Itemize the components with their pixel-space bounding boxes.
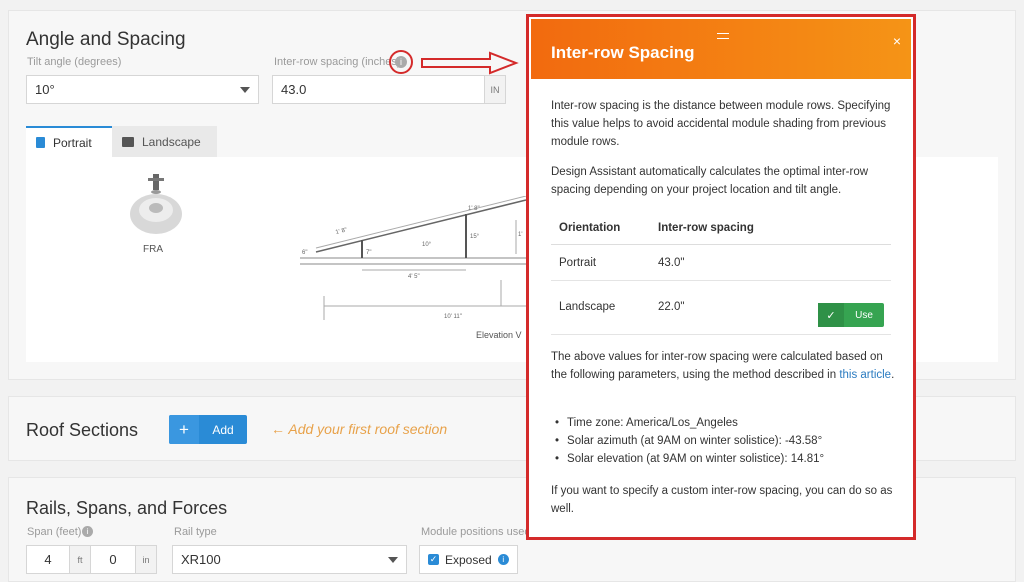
span-inches-input[interactable]: 0 (90, 545, 136, 574)
tab-portrait[interactable]: Portrait (26, 126, 112, 157)
modal-title: Inter-row Spacing (551, 43, 695, 62)
span-inches-value: 0 (109, 552, 117, 567)
chevron-down-icon (240, 87, 250, 93)
paragraph-3-text: The above values for inter-row spacing w… (551, 351, 883, 381)
modal-paragraph-2: Design Assistant automatically calculate… (551, 166, 869, 196)
feet-unit: ft (69, 545, 91, 574)
row-orientation: Landscape (559, 301, 616, 313)
dim-label: 15° (470, 234, 480, 240)
col-orientation-header: Orientation (559, 222, 621, 234)
dim-label: 4' 5" (408, 274, 420, 280)
add-section-hint-text: Add your first roof section (288, 421, 448, 437)
mount-icon (130, 174, 182, 234)
inches-unit: IN (484, 75, 506, 104)
inter-row-spacing-value: 43.0 (281, 82, 307, 97)
checkbox-checked-icon[interactable]: ✓ (428, 554, 439, 565)
this-article-link[interactable]: this article (839, 369, 891, 381)
roof-sections-title: Roof Sections (26, 420, 139, 440)
dim-label: 1' 8" (335, 227, 348, 236)
span-feet-input[interactable]: 4 (26, 545, 70, 574)
elevation-label: Elevation V (476, 330, 522, 340)
mount-label: FRA (143, 244, 163, 255)
paragraph-3-end: . (891, 369, 895, 381)
tab-landscape-label: Landscape (142, 134, 201, 149)
elevation-drawing: 1' 8" 1' 8" 10° 15° 1' 6" 7" 4' 5" 10' 1… (300, 196, 527, 340)
modal-paragraph-1: Inter-row spacing is the distance betwee… (551, 100, 891, 148)
exposed-checkbox-field[interactable]: ✓ Exposed i (419, 545, 518, 574)
add-roof-section-button[interactable]: + Add (169, 415, 247, 444)
use-spacing-button[interactable]: ✓ Use (818, 303, 884, 327)
modal-header: Inter-row Spacing × (531, 19, 911, 79)
portrait-icon (36, 137, 45, 148)
tilt-angle-select[interactable]: 10° (26, 75, 259, 104)
inches-unit: in (135, 545, 157, 574)
span-label: Span (feet) (27, 526, 82, 538)
table-header: Orientation Inter-row spacing (551, 212, 891, 245)
rail-type-label: Rail type (174, 526, 217, 538)
drag-handle-icon[interactable] (717, 33, 729, 39)
dim-label: 1' 8" (468, 206, 480, 212)
modal-paragraph-3: The above values for inter-row spacing w… (551, 348, 896, 384)
plus-icon: + (169, 415, 199, 444)
chevron-down-icon (388, 557, 398, 563)
dim-label: 10' 11" (444, 314, 462, 320)
arrow-left-icon: ← (271, 421, 285, 437)
tab-landscape[interactable]: Landscape (112, 126, 217, 157)
row-spacing: 22.0" (658, 301, 685, 313)
dim-label: 1' (518, 232, 522, 238)
row-orientation: Portrait (559, 257, 597, 269)
rails-title: Rails, Spans, and Forces (26, 498, 228, 518)
list-item: Time zone: America/Los_Angeles (555, 417, 738, 429)
info-icon[interactable]: i (82, 526, 93, 537)
list-item: Solar elevation (at 9AM on winter solist… (555, 453, 824, 465)
rail-type-value: XR100 (181, 552, 221, 567)
use-label: Use (855, 309, 873, 321)
angle-spacing-title: Angle and Spacing (26, 29, 186, 50)
col-spacing-header: Inter-row spacing (658, 222, 754, 234)
rail-type-select[interactable]: XR100 (172, 545, 407, 574)
span-feet-value: 4 (44, 552, 52, 567)
dim-label: 10° (422, 242, 432, 248)
row-spacing: 43.0" (658, 257, 685, 269)
info-icon[interactable]: i (497, 554, 509, 565)
image-icon (122, 136, 134, 147)
inter-row-spacing-modal: Inter-row Spacing × Inter-row spacing is… (526, 14, 916, 540)
dim-label: 6" (302, 250, 307, 256)
tilt-angle-value: 10° (35, 82, 55, 97)
inter-row-spacing-label: Inter-row spacing (inches) (274, 56, 401, 68)
annotation-circle (389, 50, 413, 74)
module-positions-label: Module positions used (421, 526, 531, 538)
modal-paragraph-4: If you want to specify a custom inter-ro… (551, 485, 893, 515)
add-section-hint: ← Add your first roof section (271, 421, 447, 437)
check-icon: ✓ (818, 303, 844, 327)
exposed-label: Exposed (445, 552, 492, 567)
table-row: Portrait 43.0" (551, 245, 891, 281)
annotation-arrow (421, 51, 519, 75)
inter-row-spacing-input[interactable]: 43.0 (272, 75, 485, 104)
dim-label: 7" (366, 250, 371, 256)
list-item: Solar azimuth (at 9AM on winter solistic… (555, 435, 822, 447)
tilt-angle-label: Tilt angle (degrees) (27, 56, 122, 68)
add-label: Add (212, 422, 234, 437)
tab-portrait-label: Portrait (53, 135, 92, 150)
close-icon[interactable]: × (893, 33, 901, 49)
